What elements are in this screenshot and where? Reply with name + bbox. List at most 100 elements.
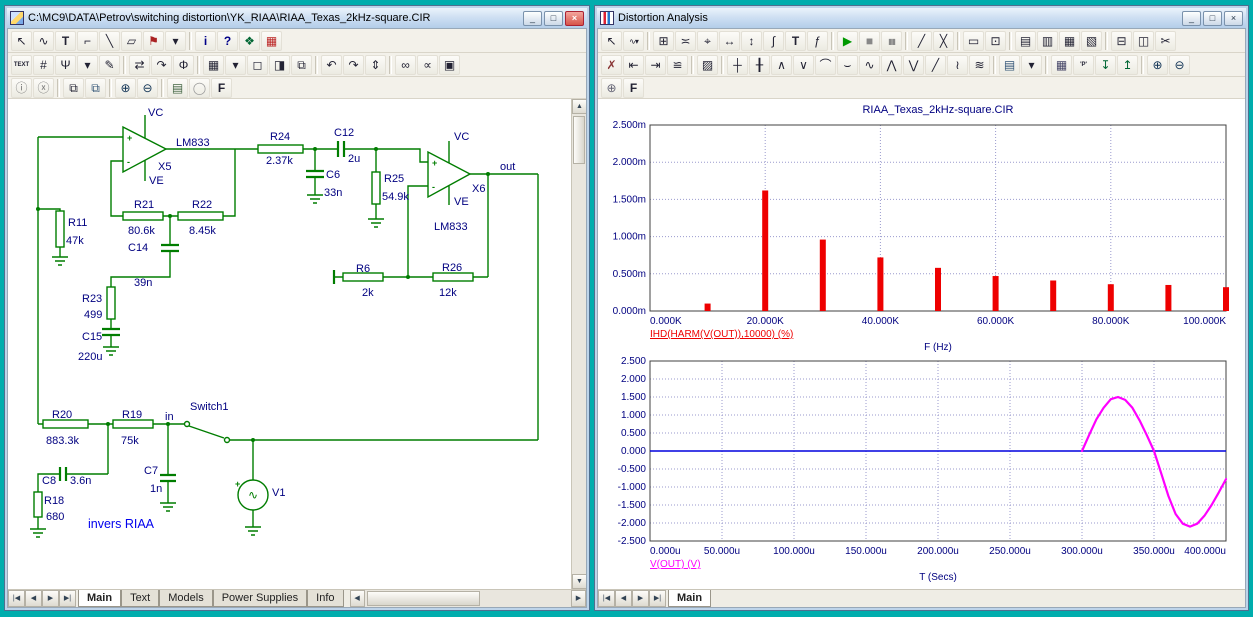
page-nav-button-0[interactable]: |◀ [598, 590, 615, 607]
slope-button[interactable]: ╱ [925, 55, 946, 75]
minimize-button[interactable]: _ [523, 11, 542, 26]
minimize-button[interactable]: _ [1182, 11, 1201, 26]
circle-button[interactable]: ◯ [189, 78, 210, 98]
schematic-label[interactable]: VC [148, 107, 163, 119]
resistor-r24[interactable] [258, 145, 303, 153]
schematic-label[interactable]: invers RIAA [88, 517, 155, 531]
zoom-out-button[interactable]: ⊖ [1169, 55, 1190, 75]
cursor-left-button[interactable]: ⇤ [623, 55, 644, 75]
schematic-label[interactable]: VE [454, 196, 469, 208]
schematic-label[interactable]: 499 [84, 309, 102, 321]
text-stamp-button[interactable]: TEXT [11, 55, 32, 75]
flag-dropdown[interactable]: ▾ [165, 31, 186, 51]
info-button[interactable]: ⓘ [11, 78, 32, 98]
horizontal-tag-button[interactable]: ↔ [719, 31, 740, 51]
schematic-label[interactable]: 47k [66, 235, 84, 247]
capacitor-c15[interactable] [102, 329, 120, 335]
grid-button[interactable]: ▦ [203, 55, 224, 75]
text-tool[interactable]: T [785, 31, 806, 51]
page-nav-button-0[interactable]: |◀ [8, 590, 25, 607]
schematic-label[interactable]: 3.6n [70, 475, 91, 487]
schematic-label[interactable]: R26 [442, 262, 462, 274]
flip-horizontal-button[interactable]: ⇄ [129, 55, 150, 75]
schematic-label[interactable]: X5 [158, 161, 171, 173]
scroll-up-button[interactable]: ▲ [572, 99, 586, 114]
close-button[interactable]: × [565, 11, 584, 26]
next-low-button[interactable]: ⌣ [837, 55, 858, 75]
resistor-r20[interactable] [43, 420, 88, 428]
schematic-label[interactable]: 2u [348, 153, 360, 165]
schematic-label[interactable]: R24 [270, 131, 290, 143]
switch-switch1[interactable] [185, 422, 230, 443]
schematic-label[interactable]: 220u [78, 351, 102, 363]
schematic-titlebar[interactable]: C:\MC9\DATA\Petrov\switching distortion\… [7, 8, 587, 28]
formula-text-button[interactable]: ƒ [807, 31, 828, 51]
resistor-r22[interactable] [178, 212, 223, 220]
stop-button[interactable]: ■ [859, 31, 880, 51]
tab-main[interactable]: Main [668, 590, 711, 607]
page-nav-button-1[interactable]: ◀ [615, 590, 632, 607]
info-mode-button[interactable]: i [195, 31, 216, 51]
schematic-label[interactable]: V1 [272, 487, 285, 499]
line-tool[interactable]: ╱ [911, 31, 932, 51]
polygon-tool[interactable]: ╳ [933, 31, 954, 51]
schematic-label[interactable]: R23 [82, 293, 102, 305]
schematic-label[interactable]: R18 [44, 495, 64, 507]
data-points-button[interactable]: ▭ [963, 31, 984, 51]
schematic-drawing[interactable]: + - + - [8, 99, 571, 589]
component-tool[interactable]: ∿ [33, 31, 54, 51]
schematic-label[interactable]: VE [149, 175, 164, 187]
help-mode-button[interactable]: ? [217, 31, 238, 51]
schematic-label[interactable]: C7 [144, 465, 158, 477]
wave-buffer-button[interactable]: ≋ [969, 55, 990, 75]
attribute-button[interactable]: Ψ [55, 55, 76, 75]
schematic-label[interactable]: R20 [52, 409, 72, 421]
properties-button[interactable]: ▤ [999, 55, 1020, 75]
undo-button[interactable]: ↶ [321, 55, 342, 75]
align-cursors-button[interactable]: ≌ [667, 55, 688, 75]
scroll-down-button[interactable]: ▼ [572, 574, 586, 589]
graphics-tool[interactable]: ▱ [121, 31, 142, 51]
fft-button[interactable]: ▨ [697, 55, 718, 75]
rotate-button[interactable]: ↷ [151, 55, 172, 75]
step-box-button[interactable]: ⇕ [365, 55, 386, 75]
top-button[interactable]: ⋀ [881, 55, 902, 75]
capacitor-c12[interactable] [338, 141, 344, 157]
redo-button[interactable]: ↷ [343, 55, 364, 75]
copy-picture-button[interactable]: ⧉ [291, 55, 312, 75]
title-block-button[interactable]: ◨ [269, 55, 290, 75]
find-button[interactable]: ∞ [395, 55, 416, 75]
distortion-spectrum-chart[interactable]: RIAA_Texas_2kHz-square.CIR2.500m2.000m1.… [600, 99, 1244, 353]
vertical-scroll-thumb[interactable] [573, 116, 585, 164]
numeric-button[interactable]: ▦ [1051, 55, 1072, 75]
frame-button[interactable]: ▣ [439, 55, 460, 75]
vertical-tag-button[interactable]: ↕ [741, 31, 762, 51]
pause-button[interactable]: ▮▮ [881, 31, 902, 51]
schematic-label[interactable]: R6 [356, 263, 370, 275]
schematic-canvas[interactable]: + - + - [8, 99, 571, 589]
grid-dropdown[interactable]: ▾ [225, 55, 246, 75]
tab-power-supplies[interactable]: Power Supplies [213, 590, 307, 607]
cut-button[interactable]: ✂ [1155, 31, 1176, 51]
pattern-button[interactable]: ▧ [1081, 31, 1102, 51]
component-dropdown[interactable]: ∿▾ [623, 31, 644, 51]
zoom-in-button[interactable]: ⊕ [1147, 55, 1168, 75]
schematic-label[interactable]: 8.45k [189, 225, 216, 237]
resistor-r26[interactable] [433, 273, 473, 281]
split-vertical-button[interactable]: ◫ [1133, 31, 1154, 51]
schematic-label[interactable]: C14 [128, 242, 148, 254]
zoom-out-button[interactable]: ⊖ [137, 78, 158, 98]
resistor-r23[interactable] [107, 287, 115, 319]
schematic-label[interactable]: 883.3k [46, 435, 80, 447]
next-valley-button[interactable]: ∨ [793, 55, 814, 75]
schematic-label[interactable]: 2k [362, 287, 374, 299]
schematic-label[interactable]: 680 [46, 511, 64, 523]
point-tag-button[interactable]: ⌖ [697, 31, 718, 51]
schematic-label[interactable]: LM833 [434, 221, 468, 233]
resistor-r19[interactable] [113, 420, 153, 428]
schematic-label[interactable]: R21 [134, 199, 154, 211]
trace-label-vout[interactable]: V(OUT) (V) [650, 559, 701, 570]
schematic-label[interactable]: 12k [439, 287, 457, 299]
capacitor-c6[interactable] [306, 171, 324, 177]
cursor-mode-button[interactable]: ≍ [675, 31, 696, 51]
